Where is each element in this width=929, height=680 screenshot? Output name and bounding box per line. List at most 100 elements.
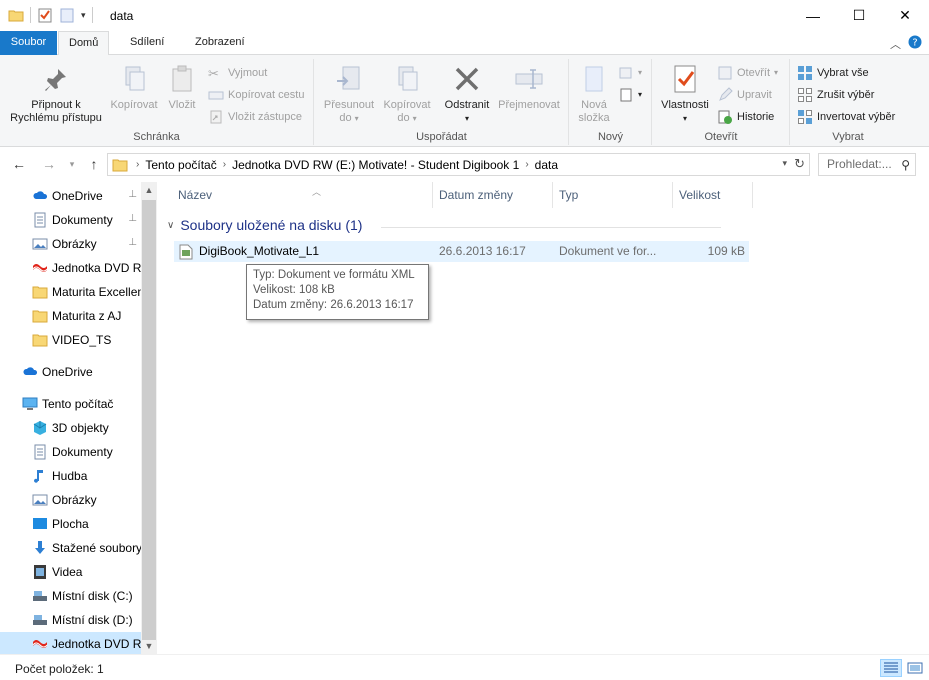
move-to-button[interactable]: Přesunout do ▾ [319,63,379,125]
nav-item[interactable]: Jednotka DVD RW [0,256,141,280]
nav-item-label: Maturita z AJ [52,309,122,323]
details-view-button[interactable] [880,659,902,677]
nav-item[interactable]: Dokumenty [0,440,141,464]
nav-scrollbar[interactable]: ▲ ▼ [141,182,157,654]
nav-item-label: Jednotka DVD RW [52,261,141,275]
tab-home[interactable]: Domů [58,31,110,56]
minimize-button[interactable]: — [790,0,836,31]
pin-icon[interactable]: ⊥ [128,237,137,248]
pin-quick-access-button[interactable]: Připnout k Rychlému přístupu [6,63,106,125]
open-button[interactable]: Otevřít ▾ [717,63,778,83]
tab-view[interactable]: Zobrazení [185,31,255,55]
nav-item[interactable]: OneDrive ⊥ [0,184,141,208]
nav-item[interactable]: Místní disk (D:) [0,608,141,632]
copy-to-icon [398,66,418,91]
nav-item[interactable]: Plocha [0,512,141,536]
address-bar[interactable]: › Tento počítač › Jednotka DVD RW (E:) M… [107,153,810,176]
nav-item[interactable]: 3D objekty [0,416,141,440]
nav-item[interactable]: Videa [0,560,141,584]
paste-button[interactable]: Vložit [162,63,202,112]
new-folder-label: Nová složka [578,99,610,124]
cut-button[interactable]: ✂ Vyjmout [208,63,267,83]
easy-access-button[interactable]: ▾ [618,85,642,105]
paste-shortcut-button[interactable]: Vložit zástupce [208,107,302,127]
dvd-icon [32,640,48,648]
delete-button[interactable]: Odstranit ▾ [439,63,495,125]
new-folder-icon[interactable] [59,7,75,23]
rename-button[interactable]: Přejmenovat [495,63,563,112]
group-label-select: Vybrat [832,131,864,143]
column-header-size[interactable]: Velikost [673,182,753,208]
copy-to-button[interactable]: Kopírovat do ▾ [377,63,437,125]
nav-item[interactable]: Tento počítač [0,392,141,416]
column-header-date[interactable]: Datum změny [433,182,553,208]
file-row[interactable]: DigiBook_Motivate_L1 26.6.2013 16:17 Dok… [174,241,749,262]
customize-qat-icon[interactable]: ▾ [81,10,86,21]
open-label: Otevřít [737,67,771,79]
scroll-down-icon[interactable]: ▼ [141,638,157,654]
pin-label: Připnout k Rychlému přístupu [10,99,102,124]
nav-item[interactable]: Maturita Excellent [0,280,141,304]
collapse-ribbon-icon[interactable]: ︿ [890,36,901,52]
tooltip-size: Velikost: 108 kB [253,284,335,296]
tab-file[interactable]: Soubor [0,31,57,55]
nav-item[interactable]: VIDEO_TS [0,328,141,352]
collapse-group-icon[interactable]: ∨ [167,220,174,231]
nav-item-label: Obrázky [52,493,97,507]
xml-file-icon [179,244,193,260]
desktop-icon [33,518,47,529]
column-header-type[interactable]: Typ [553,182,673,208]
scroll-thumb[interactable] [142,200,156,640]
close-button[interactable]: ✕ [882,0,928,31]
new-folder-button[interactable]: Nová složka [572,63,616,125]
properties-icon[interactable] [37,7,53,23]
pictures-icon [32,494,48,506]
maximize-button[interactable]: ☐ [836,0,882,31]
new-item-button[interactable]: ▾ [618,63,642,83]
forward-arrow-icon[interactable]: → [40,155,58,173]
up-arrow-icon[interactable]: ↑ [85,155,103,173]
nav-item[interactable]: Stažené soubory [0,536,141,560]
tab-share[interactable]: Sdílení [120,31,174,55]
nav-item[interactable]: Obrázky ⊥ [0,232,141,256]
group-header[interactable]: ∨ Soubory uložené na disku (1) [167,217,721,233]
nav-item[interactable]: Místní disk (C:) [0,584,141,608]
help-icon[interactable]: ? [908,35,922,49]
nav-item-label: OneDrive [42,365,93,379]
history-label: Historie [737,111,775,123]
invert-selection-button[interactable]: Invertovat výběr [797,107,895,127]
nav-item-label: Jednotka DVD RW [52,637,141,651]
nav-item[interactable]: OneDrive [0,360,141,384]
pin-icon[interactable]: ⊥ [128,213,137,224]
copy-button[interactable]: Kopírovat [106,63,162,112]
scroll-up-icon[interactable]: ▲ [141,182,157,198]
recent-locations-icon[interactable]: ▾ [63,155,81,173]
cut-label: Vyjmout [228,67,268,79]
group-title: Soubory uložené na disku (1) [180,217,363,233]
nav-item[interactable]: Dokumenty ⊥ [0,208,141,232]
nav-item[interactable]: Maturita z AJ [0,304,141,328]
nav-item[interactable]: Obrázky [0,488,141,512]
title-bar: ▾ data — ☐ ✕ [0,0,929,31]
refresh-icon[interactable]: ↻ [794,156,805,172]
breadcrumb-this-pc[interactable]: Tento počítač [139,158,222,172]
select-all-button[interactable]: Vybrat vše [797,63,869,83]
column-header-name[interactable]: Název ︿ [172,182,433,208]
pin-icon[interactable]: ⊥ [128,189,137,200]
breadcrumb-dvd-drive[interactable]: Jednotka DVD RW (E:) Motivate! - Student… [226,158,525,172]
nav-item[interactable]: Jednotka DVD RW [0,632,141,654]
edit-button[interactable]: Upravit [717,85,772,105]
search-input[interactable]: Prohledat:... ⚲ [818,153,916,176]
copy-path-button[interactable]: Kopírovat cestu [208,85,304,105]
history-button[interactable]: Historie [717,107,774,127]
large-icons-view-button[interactable] [904,659,926,677]
breadcrumb-data[interactable]: data [529,158,564,172]
3d-objects-icon [33,421,47,435]
tooltip-type: Typ: Dokument ve formátu XML [253,269,415,281]
pin-icon [45,69,66,91]
back-arrow-icon[interactable]: ← [10,155,28,173]
select-none-button[interactable]: Zrušit výběr [797,85,874,105]
nav-item[interactable]: Hudba [0,464,141,488]
properties-button[interactable]: Vlastnosti ▾ [655,63,715,125]
address-history-icon[interactable]: ▾ [782,158,787,169]
